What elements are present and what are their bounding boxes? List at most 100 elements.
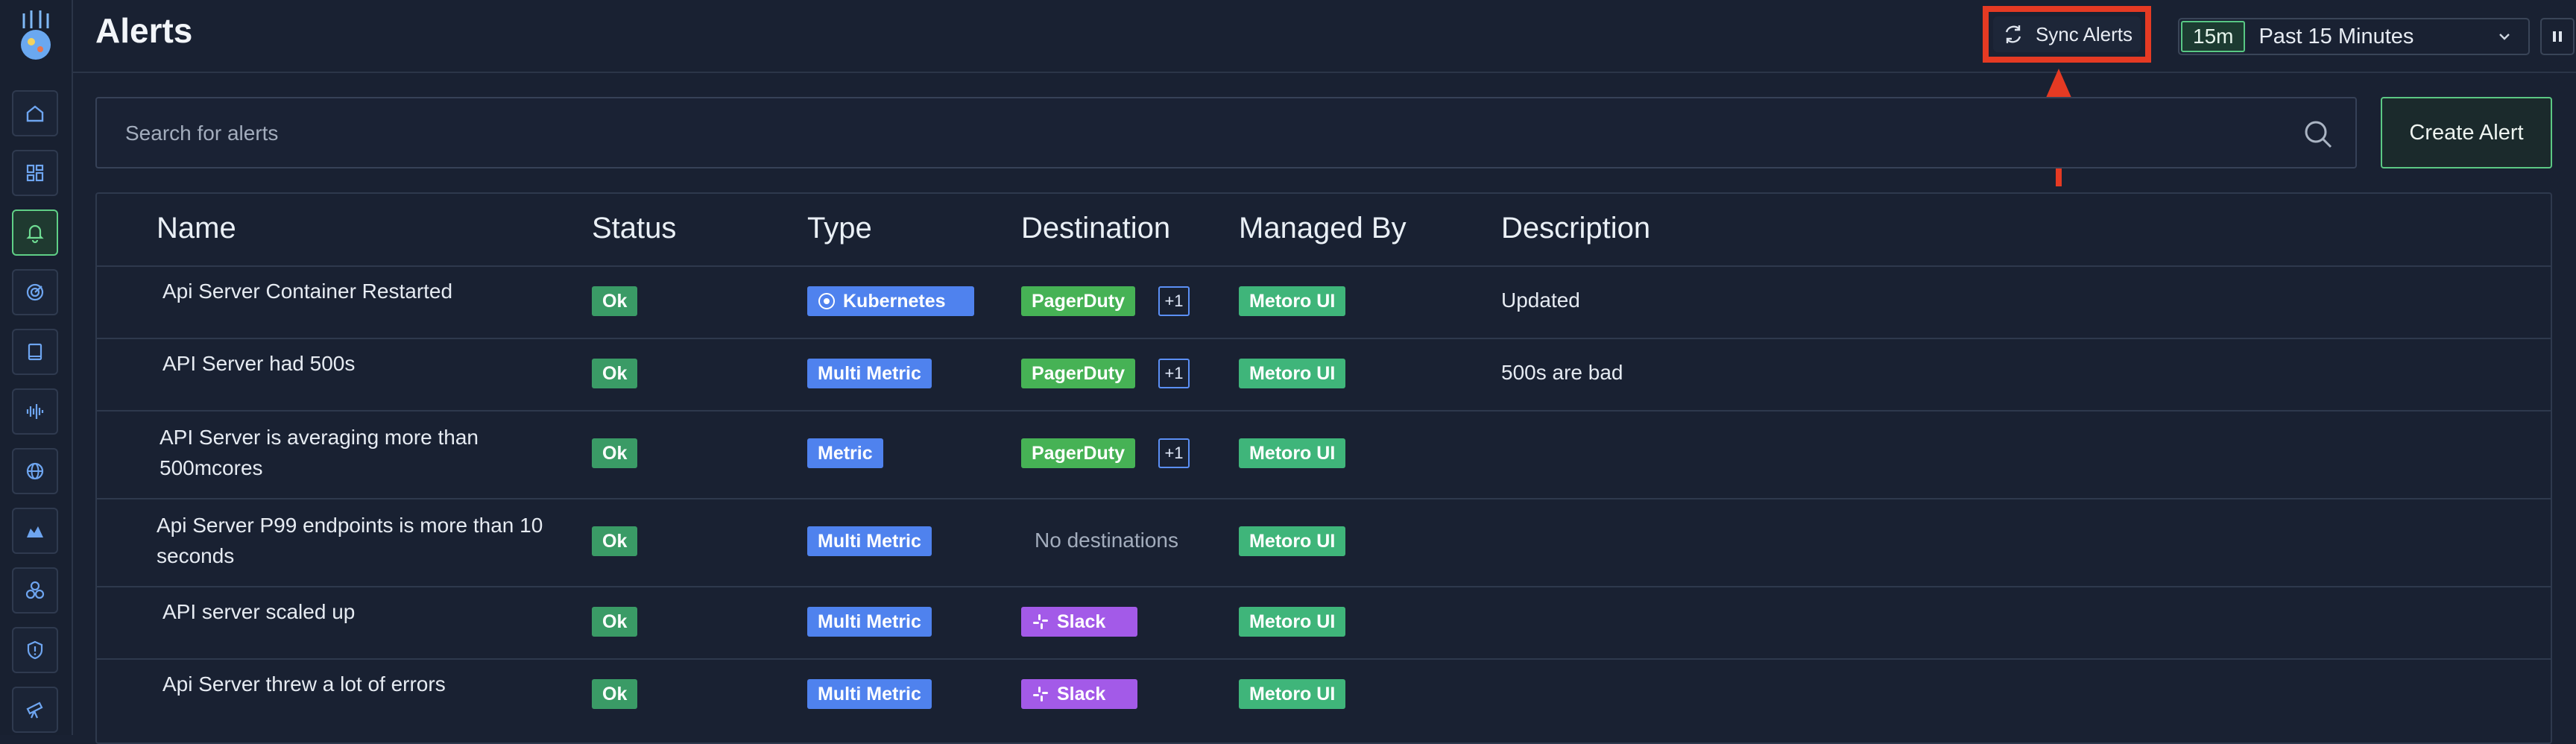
destination-badge: PagerDuty [1021,359,1136,388]
search-input[interactable] [124,98,2288,168]
sidebar-item-services[interactable] [12,567,58,614]
column-header-status[interactable]: Status [592,212,676,245]
type-badge: Metric [807,438,883,468]
radar-icon [26,283,44,301]
chevron-down-icon [2499,34,2510,40]
time-range-chip: 15m [2181,21,2246,52]
sidebar-item-dashboards[interactable] [12,150,58,196]
alert-name-line: Api Server threw a lot of errors [162,672,446,696]
type-badge: Multi Metric [807,359,932,388]
create-alert-button[interactable]: Create Alert [2381,97,2552,168]
destination-badge: PagerDuty [1021,286,1136,316]
destination-label: Slack [1057,683,1106,704]
slack-icon [1033,687,1048,702]
time-range-select[interactable]: 15m Past 15 Minutes [2178,18,2530,55]
alert-name-line: 500mcores [160,456,263,479]
alert-name-line: API server scaled up [162,600,356,623]
alert-name-line: API Server had 500s [162,352,356,375]
table-row[interactable]: Api Server P99 endpoints is more than 10… [97,498,2551,587]
sidebar-item-docs[interactable] [12,329,58,375]
type-badge: Kubernetes [807,286,974,316]
table-row[interactable]: API Server is averaging more than 500mco… [97,410,2551,499]
status-badge: Ok [592,286,638,316]
sidebar-item-network[interactable] [12,448,58,494]
column-header-description[interactable]: Description [1501,212,1650,245]
column-header-managed-by[interactable]: Managed By [1239,212,1407,245]
alert-name: API Server is averaging more than 500mco… [160,422,479,483]
time-range-label: Past 15 Minutes [2258,24,2414,48]
destination-badge: Slack [1021,607,1137,637]
kubernetes-icon [818,293,835,309]
sidebar-item-explore[interactable] [12,687,58,733]
table-row[interactable]: Api Server Container Restarted Ok Kubern… [97,265,2551,339]
sync-alerts-button[interactable]: Sync Alerts [1993,16,2141,52]
metoro-logo-icon[interactable] [13,10,60,63]
bell-icon [26,224,44,244]
alerts-table: Name Status Type Destination Managed By … [95,192,2552,744]
alert-name: API server scaled up [162,596,355,627]
search-bar [95,97,2357,168]
telescope-icon [26,702,43,719]
status-badge: Ok [592,438,638,468]
alert-name: API Server had 500s [162,348,355,379]
destination-label: Slack [1057,611,1106,632]
more-destinations-badge[interactable]: +1 [1158,359,1190,388]
book-icon [28,343,42,361]
table-row[interactable]: API server scaled up Ok Multi Metric Sla… [97,586,2551,660]
sync-alerts-label: Sync Alerts [2035,22,2133,45]
table-header: Name Status Type Destination Managed By … [97,194,2551,267]
status-badge: Ok [592,526,638,556]
destination-badge: Slack [1021,679,1137,709]
sidebar [0,0,73,735]
managed-by-badge: Metoro UI [1239,679,1346,709]
sidebar-item-radar[interactable] [12,269,58,315]
alert-name: Api Server threw a lot of errors [162,669,446,699]
sidebar-item-logs[interactable] [12,388,58,435]
refresh-icon [2005,25,2021,43]
status-badge: Ok [592,359,638,388]
type-badge: Multi Metric [807,607,932,637]
managed-by-badge: Metoro UI [1239,286,1346,316]
pause-button[interactable] [2540,18,2575,55]
column-header-destination[interactable]: Destination [1021,212,1170,245]
sync-alerts-highlight: Sync Alerts [1983,6,2151,63]
page-title: Alerts [95,11,193,50]
alert-name-line: Api Server Container Restarted [162,280,453,303]
alert-description: 500s are bad [1501,361,1623,384]
alert-name-line: API Server is averaging more than [160,426,479,449]
home-icon [26,105,44,122]
sidebar-item-alerts[interactable] [12,209,58,256]
search-icon[interactable] [2302,118,2334,151]
alert-name: Api Server Container Restarted [162,276,452,306]
column-header-type[interactable]: Type [807,212,872,245]
sidebar-item-security[interactable] [12,627,58,673]
type-badge: Multi Metric [807,679,932,709]
destination-badge: PagerDuty [1021,438,1136,468]
no-destinations-text: No destinations [1035,529,1179,552]
slack-icon [1033,614,1048,629]
table-row[interactable]: API Server had 500s Ok Multi Metric Page… [97,338,2551,412]
status-badge: Ok [592,679,638,709]
page-header: Alerts Sync Alerts 15m Past 15 Minutes [72,0,2576,73]
more-destinations-badge[interactable]: +1 [1158,438,1190,468]
status-badge: Ok [592,607,638,637]
shield-icon [27,640,43,660]
managed-by-badge: Metoro UI [1239,526,1346,556]
sidebar-item-map[interactable] [12,508,58,554]
managed-by-badge: Metoro UI [1239,359,1346,388]
alert-description: Updated [1501,289,1580,312]
nodes-icon [25,581,45,599]
managed-by-badge: Metoro UI [1239,438,1346,468]
more-destinations-badge[interactable]: +1 [1158,286,1190,316]
table-row[interactable]: Api Server threw a lot of errors Ok Mult… [97,658,2551,731]
column-header-name[interactable]: Name [157,212,236,245]
type-label: Kubernetes [843,290,946,312]
managed-by-badge: Metoro UI [1239,607,1346,637]
type-badge: Multi Metric [807,526,932,556]
map-icon [27,526,43,537]
waveform-icon [26,404,44,419]
sidebar-item-home[interactable] [12,90,58,136]
alert-name-line: Api Server P99 endpoints is more than 10 [157,514,543,537]
alert-name: Api Server P99 endpoints is more than 10… [157,510,543,571]
globe-icon [26,462,44,480]
